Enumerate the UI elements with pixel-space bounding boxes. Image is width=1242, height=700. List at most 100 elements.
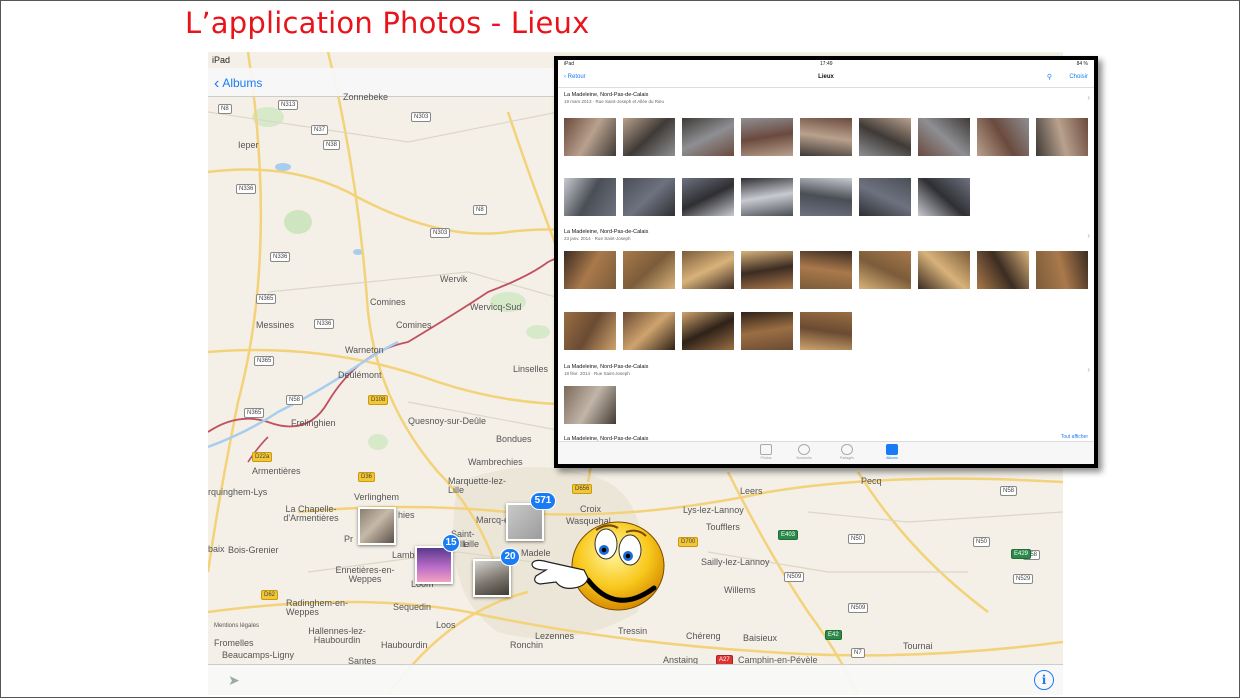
place-label: Quesnoy-sur-Deûle xyxy=(408,416,487,426)
search-icon[interactable]: ⚲ xyxy=(1047,73,1052,81)
photo-thumbnail[interactable] xyxy=(682,251,734,289)
place-label: Pr xyxy=(344,534,353,544)
place-label: Beaucamps-Ligny xyxy=(222,650,295,660)
photo-thumbnail[interactable] xyxy=(682,312,734,350)
photo-thumbnail[interactable] xyxy=(564,178,616,216)
place-label: Loos xyxy=(436,620,456,630)
road-shield: N365 xyxy=(244,408,265,418)
tab-albums[interactable]: Albums xyxy=(872,444,912,460)
photo-thumbnail[interactable] xyxy=(564,386,616,424)
photo-thumbnail[interactable] xyxy=(859,118,911,156)
map-toolbar: ➤ i xyxy=(208,664,1063,695)
memories-tab-icon xyxy=(798,444,810,455)
photo-thumbnail[interactable] xyxy=(682,118,734,156)
photo-thumbnail[interactable] xyxy=(800,312,852,350)
photo-thumbnail[interactable] xyxy=(741,251,793,289)
tab-partages[interactable]: Partagés xyxy=(827,444,867,460)
battery-level: 84 % xyxy=(1076,61,1088,67)
photo-thumbnail[interactable] xyxy=(741,178,793,216)
photo-thumbnail[interactable] xyxy=(564,312,616,350)
photo-pin[interactable] xyxy=(358,507,396,545)
photo-thumbnail[interactable] xyxy=(800,118,852,156)
albums-back-button[interactable]: ‹ Albums xyxy=(214,74,262,92)
road-shield: N365 xyxy=(256,294,277,304)
location-arrow-icon[interactable]: ➤ xyxy=(228,672,240,689)
place-label: Sequedin xyxy=(393,602,432,612)
albums-tab-icon xyxy=(886,444,898,455)
photo-thumbnail[interactable] xyxy=(800,178,852,216)
photo-thumbnail[interactable] xyxy=(918,178,970,216)
road-shield: E403 xyxy=(778,530,799,540)
cloud-tab-icon xyxy=(841,444,853,455)
photos-tab-icon xyxy=(760,444,772,455)
place-label: Haubourdin xyxy=(381,640,428,650)
road-shield: N7 xyxy=(851,648,865,658)
tab-label: Partagés xyxy=(839,456,854,460)
photo-thumbnail[interactable] xyxy=(918,251,970,289)
tab-label: Albums xyxy=(886,456,898,460)
choose-button[interactable]: Choisir xyxy=(1069,74,1088,80)
tab-souvenirs[interactable]: Souvenirs xyxy=(784,444,824,460)
photo-thumbnail[interactable] xyxy=(623,178,675,216)
photo-pin[interactable] xyxy=(415,546,453,584)
section-title[interactable]: La Madeleine, Nord-Pas-de-Calais xyxy=(564,92,648,98)
navigation-bar: ‹ Retour Lieux ⚲ Choisir xyxy=(558,69,1094,88)
road-shield: N336 xyxy=(314,319,335,329)
legal-link[interactable]: Mentions légales xyxy=(214,623,259,629)
photo-thumbnail[interactable] xyxy=(623,118,675,156)
road-shield: D36 xyxy=(358,472,376,482)
road-shield: D22a xyxy=(252,452,273,462)
status-bar: iPad 17:49 84 % xyxy=(558,60,1094,68)
chevron-right-icon[interactable]: › xyxy=(1087,93,1090,102)
photo-thumbnail[interactable] xyxy=(564,251,616,289)
cluster-count-badge: 15 xyxy=(442,534,460,552)
place-label: Willems xyxy=(724,585,756,595)
road-shield: N336 xyxy=(236,184,257,194)
photo-thumbnail[interactable] xyxy=(859,251,911,289)
section-title[interactable]: La Madeleine, Nord-Pas-de-Calais xyxy=(564,229,648,235)
tab-photos[interactable]: Photos xyxy=(746,444,786,460)
place-label: Comines xyxy=(396,320,432,330)
photo-thumbnail[interactable] xyxy=(741,118,793,156)
photo-thumbnail[interactable] xyxy=(1036,118,1088,156)
place-label: Zonnebeke xyxy=(343,92,389,102)
photo-thumbnail[interactable] xyxy=(623,251,675,289)
albums-back-label: Albums xyxy=(222,76,263,90)
place-label: Warneton xyxy=(345,345,384,355)
tab-bar: Tout afficher Photos Souvenirs Partagés … xyxy=(558,434,1094,464)
road-shield: N336 xyxy=(270,252,291,262)
road-shield: N365 xyxy=(254,356,275,366)
place-label: Bois-Grenier xyxy=(228,545,279,555)
photo-thumbnail[interactable] xyxy=(623,312,675,350)
place-label: Sailly-lez-Lannoy xyxy=(701,557,770,567)
photo-thumbnail[interactable] xyxy=(1036,251,1088,289)
road-shield: N38 xyxy=(323,140,341,150)
tab-label: Souvenirs xyxy=(796,456,812,460)
road-shield: E42 xyxy=(825,630,842,640)
chevron-right-icon[interactable]: › xyxy=(1087,365,1090,374)
photo-thumbnail[interactable] xyxy=(977,118,1029,156)
photo-thumbnail[interactable] xyxy=(564,118,616,156)
photo-thumbnail[interactable] xyxy=(918,118,970,156)
info-icon[interactable]: i xyxy=(1034,670,1054,690)
photo-thumbnail[interactable] xyxy=(800,251,852,289)
road-shield: N50 xyxy=(848,534,866,544)
place-label: Messines xyxy=(256,320,295,330)
photo-thumbnail[interactable] xyxy=(977,251,1029,289)
section-subtitle: 18 févr. 2014 · Rue Saint-Joseph xyxy=(564,371,630,376)
place-label: Frelinghien xyxy=(291,418,336,428)
photo-thumbnail[interactable] xyxy=(682,178,734,216)
section-title[interactable]: La Madeleine, Nord-Pas-de-Calais xyxy=(564,364,648,370)
place-label: Baisieux xyxy=(743,633,778,643)
place-label: Hallennes-lez-Haubourdin xyxy=(308,626,366,645)
place-label: Marcq-e xyxy=(476,515,510,525)
road-shield: N58 xyxy=(286,395,304,405)
show-all-link[interactable]: Tout afficher xyxy=(1061,434,1088,440)
place-label: Armentières xyxy=(252,466,301,476)
chevron-right-icon[interactable]: › xyxy=(1087,231,1090,240)
place-label: Ronchin xyxy=(510,640,544,650)
place-label: Bondues xyxy=(496,434,532,444)
place-label: Linselles xyxy=(513,364,549,374)
photo-thumbnail[interactable] xyxy=(859,178,911,216)
photo-thumbnail[interactable] xyxy=(741,312,793,350)
